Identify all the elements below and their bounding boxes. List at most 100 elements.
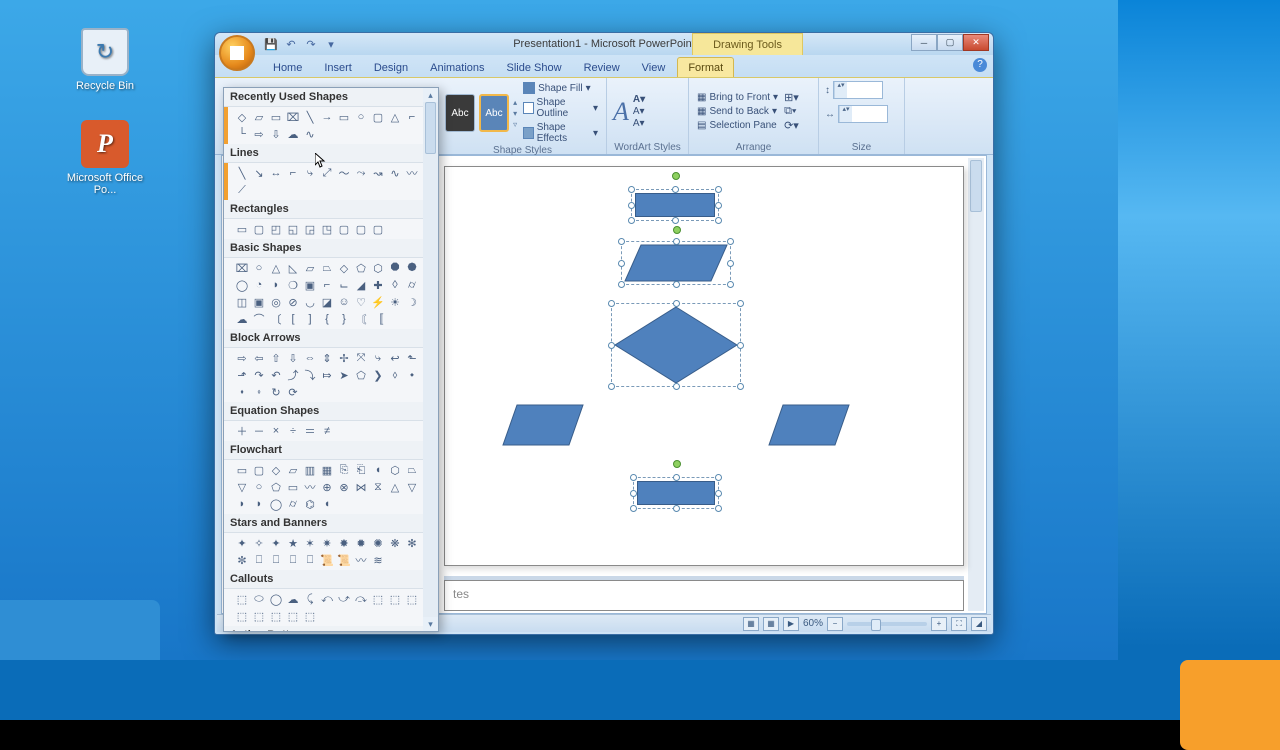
snip2-icon[interactable]: ◱ — [285, 221, 301, 237]
curvedup-icon[interactable]: ⤴ — [285, 367, 301, 383]
callout-line2-icon[interactable]: ⤺ — [319, 591, 335, 607]
shape-downarrow-icon[interactable]: ⇩ — [268, 126, 284, 142]
notched-icon[interactable]: ➤ — [336, 367, 352, 383]
cloud-icon[interactable]: ☁ — [234, 311, 250, 327]
equal-icon[interactable]: ＝ — [302, 423, 318, 439]
chevron-icon[interactable]: ❯ — [370, 367, 386, 383]
view-normal-icon[interactable]: ▦ — [743, 617, 759, 631]
fc-merge-icon[interactable]: ▽ — [404, 479, 420, 495]
diagstripe-icon[interactable]: ◢ — [353, 277, 369, 293]
titlebar[interactable]: 💾 ↶ ↷ ▾ Presentation1 - Microsoft PowerP… — [215, 33, 993, 55]
selection-pane-button[interactable]: ▤Selection Pane — [695, 119, 780, 132]
frame-icon[interactable]: ▣ — [302, 277, 318, 293]
shape-rect-icon[interactable]: ▭ — [268, 109, 284, 125]
curvedribbon-down-icon[interactable]: ⎕ — [302, 552, 318, 568]
zoom-in-button[interactable]: + — [931, 617, 947, 631]
bent-icon[interactable]: ⤷ — [370, 350, 386, 366]
flowchart-process-shape[interactable] — [635, 193, 715, 217]
group-icon[interactable]: ⧉▾ — [784, 105, 799, 118]
slide-canvas[interactable] — [444, 166, 964, 566]
doublewave-icon[interactable]: ≋ — [370, 552, 386, 568]
desktop-icon-recycle-bin[interactable]: Recycle Bin — [60, 28, 150, 92]
shape-oval-icon[interactable]: ○ — [353, 109, 369, 125]
tab-insert[interactable]: Insert — [314, 58, 362, 77]
rightcallout-icon[interactable]: ⬨ — [387, 367, 403, 383]
lbracket-icon[interactable]: [ — [285, 311, 301, 327]
flowchart-decision-shape[interactable] — [613, 305, 739, 385]
wave-icon[interactable]: 〰 — [353, 552, 369, 568]
star4-icon[interactable]: ✦ — [268, 535, 284, 551]
notes-pane[interactable]: tes — [444, 580, 964, 611]
elbow-arrow-icon[interactable]: ⤷ — [302, 165, 318, 181]
shape-diamond-icon[interactable]: ◇ — [234, 109, 250, 125]
office-button[interactable] — [219, 35, 255, 71]
hscroll-icon[interactable]: 📜 — [336, 552, 352, 568]
round2-icon[interactable]: ▢ — [336, 221, 352, 237]
help-button[interactable]: ? — [973, 58, 987, 72]
fit-window-icon[interactable]: ⛶ — [951, 617, 967, 631]
zoom-percent[interactable]: 60% — [803, 618, 823, 629]
foldedcorner-icon[interactable]: ◪ — [319, 294, 335, 310]
downcallout-icon[interactable]: ⬩ — [404, 367, 420, 383]
upcallout-icon[interactable]: ⬫ — [251, 384, 267, 400]
shape-curve-icon[interactable]: ∿ — [302, 126, 318, 142]
lshape-icon[interactable]: ⌙ — [336, 277, 352, 293]
fc-doc-icon[interactable]: ⎘ — [336, 462, 352, 478]
octagon-icon[interactable]: ⯄ — [404, 260, 420, 276]
shapes-scrollbar[interactable]: ▴ ▾ — [423, 88, 438, 631]
leftcallout-icon[interactable]: ⬪ — [234, 384, 250, 400]
bracket-icon[interactable]: 〔 — [268, 311, 284, 327]
sun-icon[interactable]: ☀ — [387, 294, 403, 310]
star16-icon[interactable]: ❋ — [387, 535, 403, 551]
star10-icon[interactable]: ✹ — [353, 535, 369, 551]
curve-double-icon[interactable]: ↝ — [370, 165, 386, 181]
hexagon-icon[interactable]: ⬡ — [370, 260, 386, 276]
fc-internal-icon[interactable]: ▦ — [319, 462, 335, 478]
callout-accent1-icon[interactable]: ⬚ — [370, 591, 386, 607]
callout-accent4-icon[interactable]: ⬚ — [234, 608, 250, 624]
align-icon[interactable]: ⊞▾ — [784, 91, 799, 104]
uparrow-icon[interactable]: ⇧ — [268, 350, 284, 366]
star7-icon[interactable]: ✷ — [319, 535, 335, 551]
callout-accent3-icon[interactable]: ⬚ — [404, 591, 420, 607]
callout-line1-icon[interactable]: ⤹ — [302, 591, 318, 607]
shape-cloud-icon[interactable]: ☁ — [285, 126, 301, 142]
callout-line3-icon[interactable]: ⤻ — [336, 591, 352, 607]
rounddiag-icon[interactable]: ▢ — [353, 221, 369, 237]
fc-decision-icon[interactable]: ◇ — [268, 462, 284, 478]
shape-textbox-icon[interactable]: ⌧ — [285, 109, 301, 125]
explosion2-icon[interactable]: ✧ — [251, 535, 267, 551]
gallery-up-icon[interactable]: ▴ — [513, 98, 517, 107]
flowchart-data-shape[interactable] — [623, 243, 729, 283]
fc-data-icon[interactable]: ▱ — [285, 462, 301, 478]
nosymbol-icon[interactable]: ⊘ — [285, 294, 301, 310]
snip1-icon[interactable]: ◰ — [268, 221, 284, 237]
callout-round-icon[interactable]: ⬭ — [251, 591, 267, 607]
explosion1-icon[interactable]: ✦ — [234, 535, 250, 551]
downarrow-icon[interactable]: ⇩ — [285, 350, 301, 366]
scroll-up-icon[interactable]: ▴ — [423, 88, 438, 102]
bring-to-front-button[interactable]: ▦Bring to Front ▾ — [695, 91, 780, 104]
uturn-icon[interactable]: ↩ — [387, 350, 403, 366]
snipdiag-icon[interactable]: ◲ — [302, 221, 318, 237]
plus-icon[interactable]: ＋ — [234, 423, 250, 439]
sniproundrect-icon[interactable]: ▢ — [370, 221, 386, 237]
round1-icon[interactable]: ◳ — [319, 221, 335, 237]
resize-grip-icon[interactable]: ◢ — [971, 617, 987, 631]
zoom-slider[interactable] — [847, 622, 927, 626]
line-arrow-icon[interactable]: ↘ — [251, 165, 267, 181]
tab-view[interactable]: View — [632, 58, 676, 77]
star24-icon[interactable]: ✻ — [404, 535, 420, 551]
shape-roundrect-icon[interactable]: ▢ — [370, 109, 386, 125]
bevel-icon[interactable]: ▣ — [251, 294, 267, 310]
plaque-icon[interactable]: ◊ — [387, 277, 403, 293]
curvedright-icon[interactable]: ↷ — [251, 367, 267, 383]
freeform-icon[interactable]: ∿ — [387, 165, 403, 181]
connector-icon[interactable]: ⟋ — [234, 182, 250, 198]
qat-redo-icon[interactable]: ↷ — [303, 36, 319, 52]
leftright-icon[interactable]: ⇔ — [302, 350, 318, 366]
triangle-icon[interactable]: △ — [268, 260, 284, 276]
star32-icon[interactable]: ✼ — [234, 552, 250, 568]
send-to-back-button[interactable]: ▦Send to Back ▾ — [695, 105, 780, 118]
leftrightup-icon[interactable]: ⤧ — [353, 350, 369, 366]
